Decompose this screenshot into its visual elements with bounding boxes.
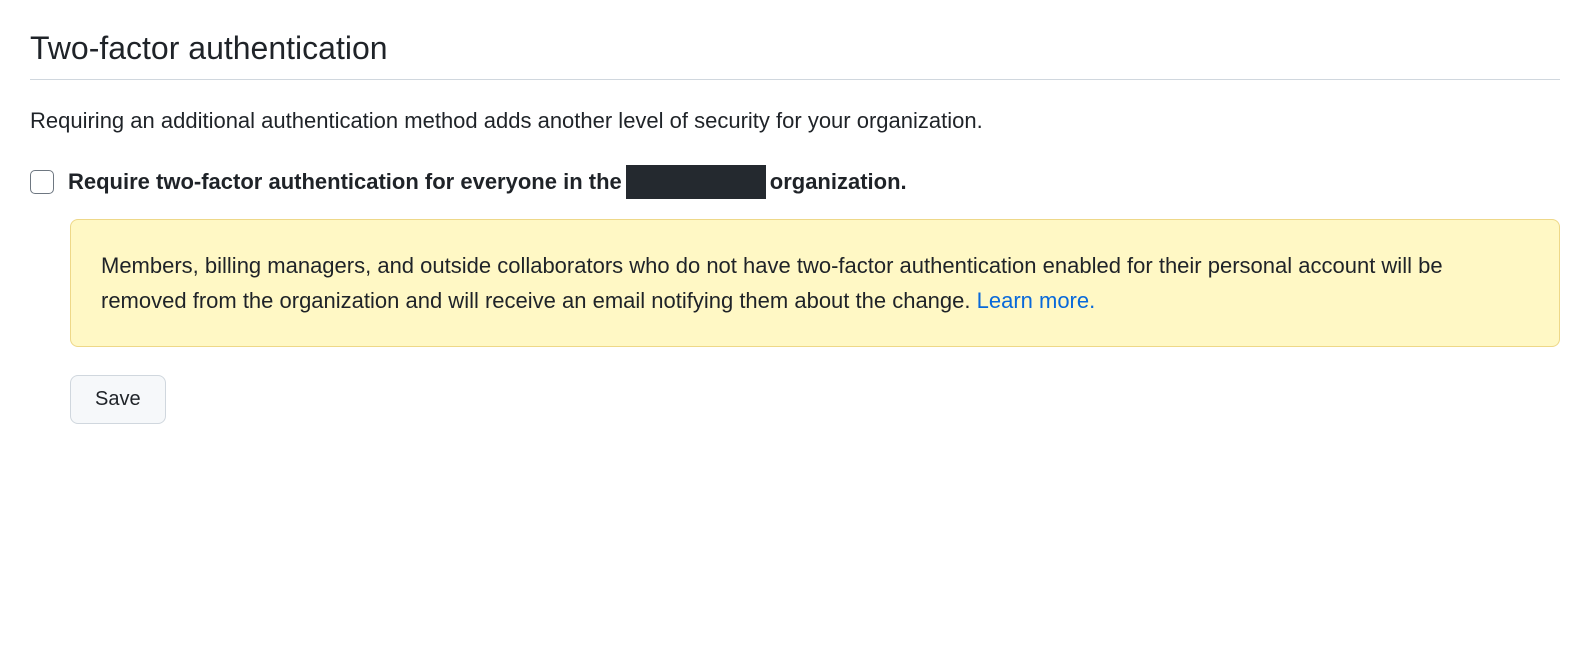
require-2fa-label[interactable]: Require two-factor authentication for ev…	[68, 165, 907, 199]
org-name-redacted	[626, 165, 766, 199]
section-description: Requiring an additional authentication m…	[30, 104, 1560, 137]
section-title: Two-factor authentication	[30, 30, 1560, 80]
save-button[interactable]: Save	[70, 375, 166, 424]
require-2fa-label-prefix: Require two-factor authentication for ev…	[68, 169, 622, 195]
warning-text: Members, billing managers, and outside c…	[101, 253, 1443, 313]
require-2fa-label-suffix: organization.	[770, 169, 907, 195]
learn-more-link[interactable]: Learn more.	[977, 288, 1096, 313]
require-2fa-checkbox[interactable]	[30, 170, 54, 194]
require-2fa-row: Require two-factor authentication for ev…	[30, 165, 1560, 199]
warning-notice: Members, billing managers, and outside c…	[70, 219, 1560, 347]
